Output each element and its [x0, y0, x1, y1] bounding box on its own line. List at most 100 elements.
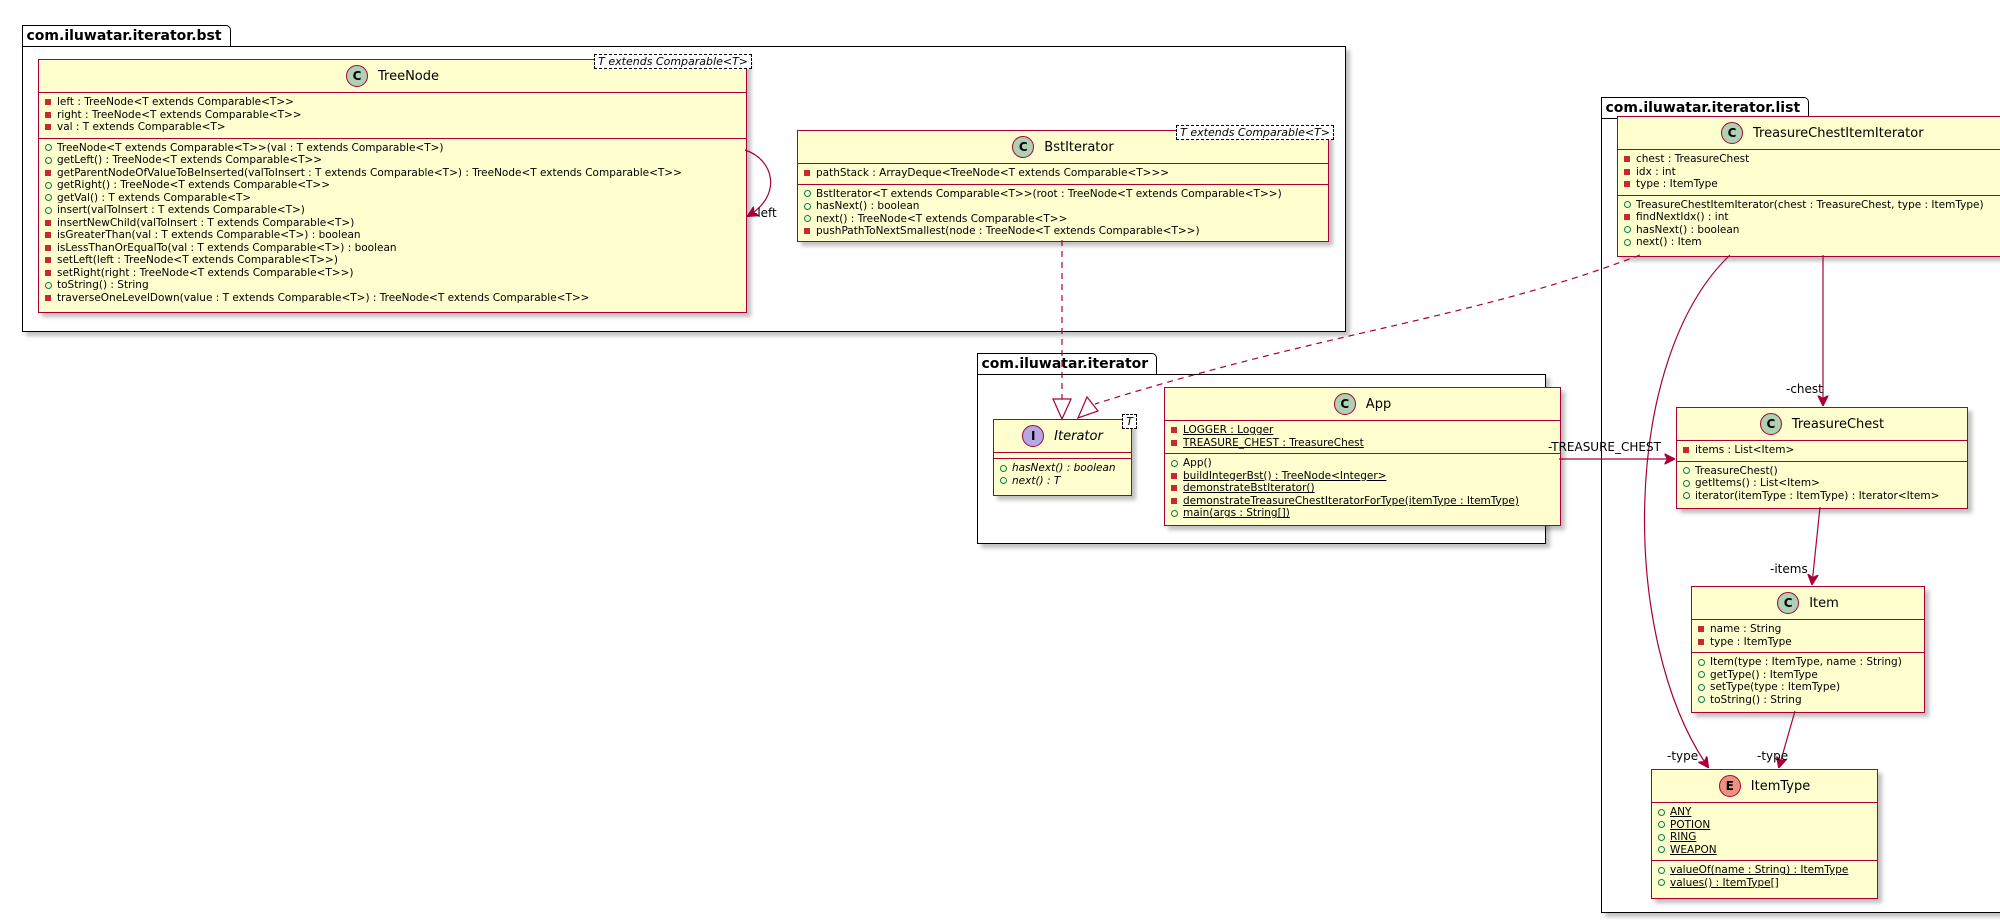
class-treasure-chest-item-iterator[interactable]: C TreasureChestItemIterator chest : Trea…: [1617, 116, 2000, 257]
method-row: BstIterator<T extends Comparable<T>>(roo…: [798, 188, 1328, 201]
class-treasure-chest-header: C TreasureChest: [1677, 408, 1967, 441]
enum-itemtype-constants: ANY POTION RING WEAPON: [1652, 803, 1877, 860]
enum-constant-row: POTION: [1652, 819, 1877, 832]
class-treasure-chest[interactable]: C TreasureChest items : List<Item> Treas…: [1676, 407, 1968, 509]
private-icon: [45, 232, 51, 239]
public-icon: [1682, 492, 1690, 500]
interface-iterator[interactable]: I Iterator T hasNext() : boolean next() …: [993, 414, 1137, 496]
public-icon: [1657, 879, 1665, 887]
class-treenode-generic: T extends Comparable<T>: [594, 54, 752, 69]
class-c-icon: C: [1777, 592, 1800, 614]
field-row: val : T extends Comparable<T>: [39, 121, 746, 134]
private-icon: [45, 111, 51, 118]
interface-iterator-methods: hasNext() : boolean next() : T: [994, 458, 1131, 491]
label-items: -items: [1770, 562, 1808, 576]
package-list-title: com.iluwatar.iterator.list: [1600, 97, 1810, 118]
private-icon: [45, 219, 51, 226]
enum-e-icon: E: [1718, 775, 1741, 797]
method-row: next() : TreeNode<T extends Comparable<T…: [798, 213, 1328, 226]
method-row: valueOf(name : String) : ItemType: [1652, 864, 1877, 877]
method-row: setRight(right : TreeNode<T extends Comp…: [39, 267, 746, 280]
private-icon: [45, 244, 51, 251]
method-row: TreasureChestItemIterator(chest : Treasu…: [1618, 199, 2000, 212]
class-c-icon: C: [1333, 393, 1356, 415]
field-row: pathStack : ArrayDeque<TreeNode<T extend…: [798, 167, 1328, 180]
class-bstiterator-header: C BstIterator T extends Comparable<T>: [798, 125, 1334, 164]
public-icon: [1657, 846, 1665, 854]
class-bstiterator-methods: BstIterator<T extends Comparable<T>>(roo…: [798, 183, 1328, 242]
method-row: demonstrateBstIterator(): [1165, 482, 1560, 495]
method-row: isLessThanOrEqualTo(val : T extends Comp…: [39, 242, 746, 255]
enum-itemtype[interactable]: E ItemType ANY POTION RING WEAPON valueO…: [1651, 769, 1878, 899]
private-icon: [45, 294, 51, 301]
field-row: name : String: [1692, 623, 1924, 636]
class-treenode[interactable]: C TreeNode T extends Comparable<T> left …: [38, 54, 752, 313]
public-icon: [44, 281, 52, 289]
public-icon: [44, 144, 52, 152]
public-icon: [1697, 658, 1705, 666]
class-c-icon: C: [1759, 413, 1782, 435]
field-row: TREASURE_CHEST : TreasureChest: [1165, 437, 1560, 450]
public-icon: [44, 206, 52, 214]
label-type-item: -type: [1757, 749, 1789, 763]
field-row: right : TreeNode<T extends Comparable<T>…: [39, 109, 746, 122]
interface-iterator-header: I Iterator T: [994, 414, 1137, 453]
private-icon: [1624, 168, 1630, 175]
class-bstiterator-generic: T extends Comparable<T>: [1176, 125, 1334, 140]
class-item-header: C Item: [1692, 587, 1924, 620]
public-icon: [1657, 821, 1665, 829]
class-bstiterator[interactable]: C BstIterator T extends Comparable<T> pa…: [797, 125, 1334, 242]
field-row: left : TreeNode<T extends Comparable<T>>: [39, 96, 746, 109]
method-row: setLeft(left : TreeNode<T extends Compar…: [39, 254, 746, 267]
public-icon: [1657, 833, 1665, 841]
private-icon: [1624, 214, 1630, 221]
private-icon: [45, 169, 51, 176]
method-row: hasNext() : boolean: [798, 200, 1328, 213]
public-icon: [44, 181, 52, 189]
class-item-methods: Item(type : ItemType, name : String) get…: [1692, 652, 1924, 710]
label-type-tcii: -type: [1667, 749, 1699, 763]
private-icon: [804, 228, 810, 235]
method-row: iterator(itemType : ItemType) : Iterator…: [1677, 490, 1967, 503]
method-row: getType() : ItemType: [1692, 669, 1924, 682]
class-tcii-fields: chest : TreasureChest idx : int type : I…: [1618, 150, 2000, 195]
method-row: getRight() : TreeNode<T extends Comparab…: [39, 179, 746, 192]
method-row: values() : ItemType[]: [1652, 877, 1877, 890]
interface-iterator-name: Iterator: [1054, 428, 1103, 444]
field-row: items : List<Item>: [1677, 444, 1967, 457]
class-app-header: C App: [1165, 388, 1560, 421]
public-icon: [1657, 866, 1665, 874]
field-row: chest : TreasureChest: [1618, 153, 2000, 166]
private-icon: [1698, 638, 1704, 645]
method-row: buildIntegerBst() : TreeNode<Integer>: [1165, 470, 1560, 483]
method-row: toString() : String: [39, 279, 746, 292]
public-icon: [999, 464, 1007, 472]
class-treasure-chest-name: TreasureChest: [1791, 416, 1885, 432]
class-app-methods: App() buildIntegerBst() : TreeNode<Integ…: [1165, 453, 1560, 524]
enum-constant-row: ANY: [1652, 806, 1877, 819]
class-treasure-chest-methods: TreasureChest() getItems() : List<Item> …: [1677, 460, 1967, 507]
public-icon: [44, 194, 52, 202]
method-row: next() : T: [994, 475, 1131, 488]
method-row: setType(type : ItemType): [1692, 681, 1924, 694]
label-left: -left: [753, 206, 777, 220]
method-row: toString() : String: [1692, 694, 1924, 707]
public-icon: [803, 190, 811, 198]
class-app[interactable]: C App LOGGER : Logger TREASURE_CHEST : T…: [1164, 387, 1561, 526]
class-treenode-fields: left : TreeNode<T extends Comparable<T>>…: [39, 93, 746, 138]
enum-constant-row: RING: [1652, 831, 1877, 844]
private-icon: [45, 124, 51, 131]
public-icon: [1697, 683, 1705, 691]
public-icon: [1170, 509, 1178, 517]
method-row: insertNewChild(valToInsert : T extends C…: [39, 217, 746, 230]
method-row: findNextIdx() : int: [1618, 211, 2000, 224]
private-icon: [804, 170, 810, 177]
method-row: demonstrateTreasureChestIteratorForType(…: [1165, 495, 1560, 508]
field-row: idx : int: [1618, 166, 2000, 179]
class-tcii-name: TreasureChestItemIterator: [1753, 125, 1924, 141]
class-item[interactable]: C Item name : String type : ItemType Ite…: [1691, 586, 1925, 713]
public-icon: [1697, 671, 1705, 679]
package-bst-title: com.iluwatar.iterator.bst: [21, 25, 231, 46]
class-bstiterator-name: BstIterator: [1044, 139, 1114, 155]
class-item-fields: name : String type : ItemType: [1692, 620, 1924, 652]
